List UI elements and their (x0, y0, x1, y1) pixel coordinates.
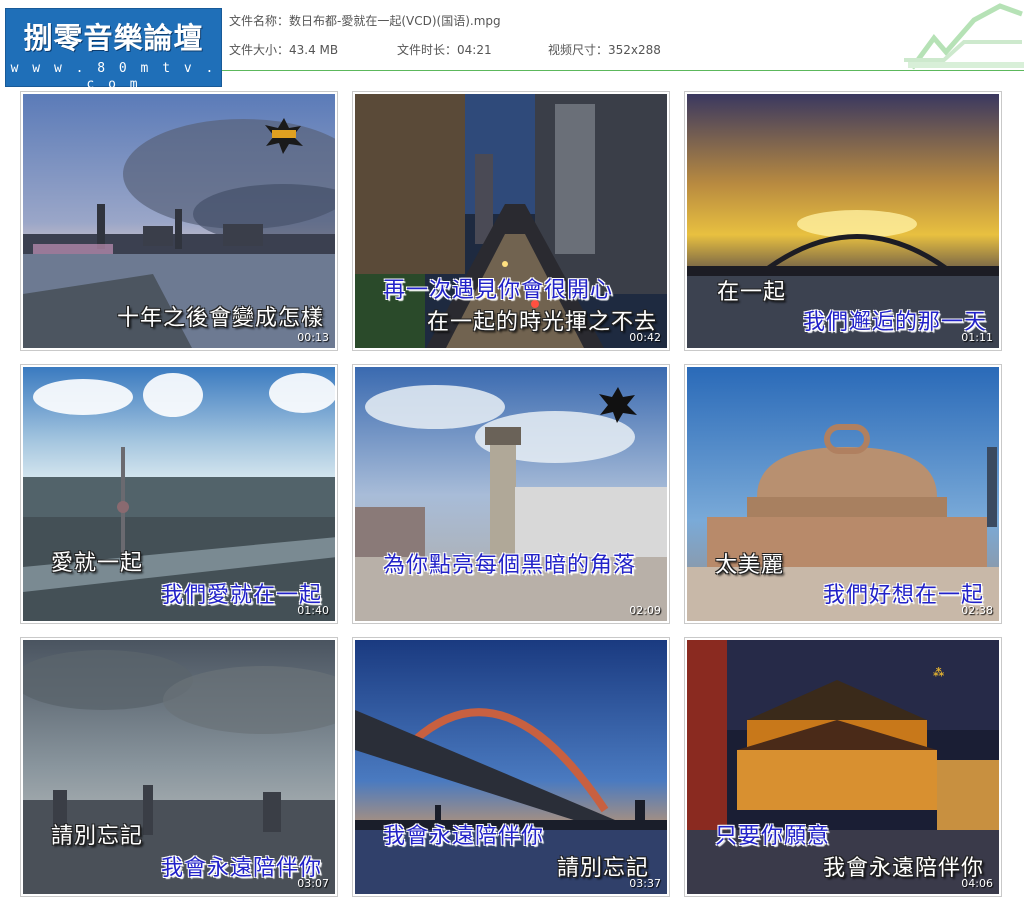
splash-logo-icon (265, 118, 303, 154)
scene-temple-lights-night: ⁂ 只要你願意 我會永遠陪伴你 04:06 (687, 640, 999, 894)
duration-label: 文件时长： (397, 43, 458, 57)
file-size-row: 文件大小：43.4 MB (229, 42, 338, 58)
splash-logo-icon (599, 387, 637, 423)
subtitle-line: 在一起 (717, 280, 787, 305)
subtitle-line: 我們好想在一起 (823, 583, 985, 608)
subtitle-line: 我們邂逅的那一天 (803, 310, 988, 335)
timestamp: 01:40 (297, 604, 329, 617)
file-name-label: 文件名称： (229, 14, 290, 28)
scene-arch-bridge-dusk: 我會永遠陪伴你 請別忘記 03:37 (355, 640, 667, 894)
thumbnail-7[interactable]: 請別忘記 我會永遠陪伴你 03:07 (20, 637, 338, 897)
chart-decoration-icon (904, 3, 1024, 70)
subtitle-line: 愛就一起 (51, 551, 144, 576)
thumbnail-2[interactable]: 再一次遇見你會很開心 在一起的時光揮之不去 00:42 (352, 91, 670, 351)
subtitle-line: 為你點亮每個黑暗的角落 (383, 553, 637, 578)
video-size-row: 视频尺寸：352x288 (548, 42, 661, 58)
file-name-value: 数日布都-愛就在一起(VCD)(国语).mpg (289, 14, 501, 28)
logo-title: 捌零音樂論壇 (23, 21, 204, 55)
thumbnail-grid: 十年之後會變成怎樣 00:13 再一次遇見你會很開心 在一起的時光揮之不去 00… (20, 91, 1006, 899)
thumbnail-1[interactable]: 十年之後會變成怎樣 00:13 (20, 91, 338, 351)
video-size-label: 视频尺寸： (548, 43, 609, 57)
scene-bridge-sunset: 在一起 我們邂逅的那一天 01:11 (687, 94, 999, 348)
scene-museum-building: 太美麗 我們好想在一起 02:38 (687, 367, 999, 621)
thumbnail-8[interactable]: 我會永遠陪伴你 請別忘記 03:37 (352, 637, 670, 897)
duration-row: 文件时长：04:21 (397, 42, 492, 58)
scene-city-street-night-traffic: 再一次遇見你會很開心 在一起的時光揮之不去 00:42 (355, 94, 667, 348)
timestamp: 03:37 (629, 877, 661, 890)
file-info-header: 捌零音樂論壇 w w w . 8 0 m t v . c o m 文件名称：数日… (0, 0, 1024, 92)
subtitle-line: 再一次遇見你會很開心 (383, 278, 614, 303)
subtitle-line: 十年之後會變成怎樣 (117, 306, 325, 331)
duration-value: 04:21 (457, 43, 492, 57)
thumbnail-4[interactable]: 愛就一起 我們愛就在一起 01:40 (20, 364, 338, 624)
timestamp: 00:13 (297, 331, 329, 344)
timestamp: 00:42 (629, 331, 661, 344)
timestamp: 03:07 (297, 877, 329, 890)
subtitle-line: 只要你願意 (715, 824, 831, 849)
file-size-value: 43.4 MB (289, 43, 339, 57)
subtitle-line: 我會永遠陪伴你 (383, 824, 545, 849)
timestamp: 04:06 (961, 877, 993, 890)
file-size-label: 文件大小： (229, 43, 290, 57)
scene-aerial-city-clouds: 愛就一起 我們愛就在一起 01:40 (23, 367, 335, 621)
timestamp: 02:38 (961, 604, 993, 617)
subtitle-line: 請別忘記 (51, 824, 144, 849)
subtitle-line: 太美麗 (715, 553, 785, 578)
timestamp: 01:11 (961, 331, 993, 344)
file-name-row: 文件名称：数日布都-愛就在一起(VCD)(国语).mpg (229, 13, 501, 29)
subtitle-line: 我會永遠陪伴你 (823, 856, 985, 881)
scene-clock-tower-station: 為你點亮每個黑暗的角落 02:09 (355, 367, 667, 621)
thumbnail-3[interactable]: 在一起 我們邂逅的那一天 01:11 (684, 91, 1002, 351)
thumbnail-5[interactable]: 為你點亮每個黑暗的角落 02:09 (352, 364, 670, 624)
scene-cloudy-skyline: 請別忘記 我會永遠陪伴你 03:07 (23, 640, 335, 894)
site-logo: 捌零音樂論壇 w w w . 8 0 m t v . c o m (5, 8, 222, 92)
video-size-value: 352x288 (608, 43, 661, 57)
scene-city-skyline-dusk: 十年之後會變成怎樣 00:13 (23, 94, 335, 348)
timestamp: 02:09 (629, 604, 661, 617)
thumbnail-6[interactable]: 太美麗 我們好想在一起 02:38 (684, 364, 1002, 624)
thumbnail-9[interactable]: ⁂ 只要你願意 我會永遠陪伴你 04:06 (684, 637, 1002, 897)
logo-url: w w w . 8 0 m t v . c o m (10, 61, 217, 92)
subtitle-line: 在一起的時光揮之不去 (427, 310, 658, 335)
channel-logo-icon: ⁂ (933, 666, 945, 679)
